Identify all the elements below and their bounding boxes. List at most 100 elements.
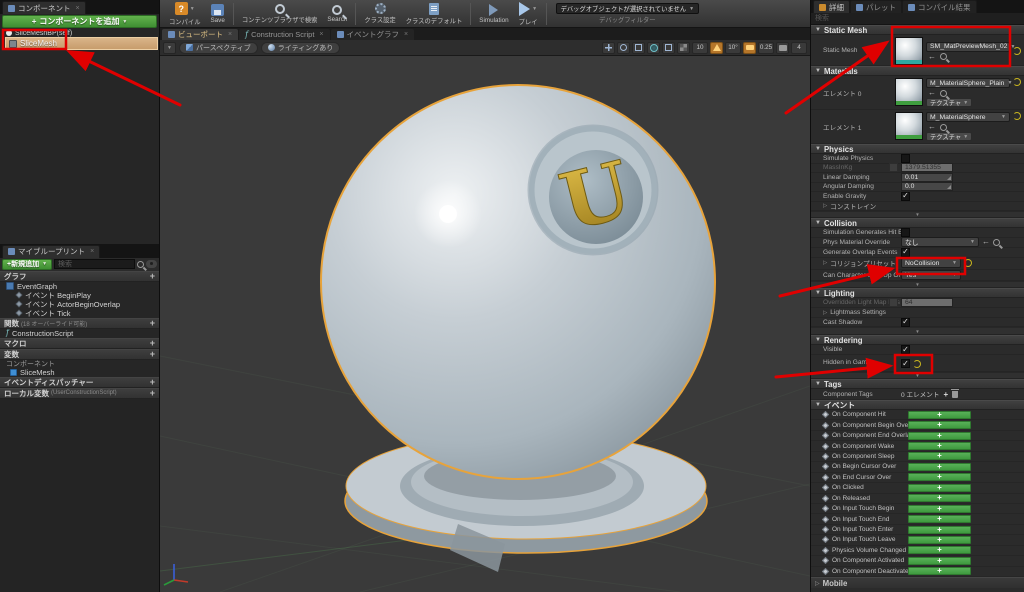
tab-compiler-results[interactable]: コンパイル結果 [902, 0, 977, 13]
material-thumbnail[interactable] [895, 78, 923, 106]
material-1-dropdown[interactable]: M_MaterialSphere ▼ [926, 112, 1010, 122]
reset-to-default-icon[interactable] [1013, 112, 1021, 120]
section-local-variables[interactable]: ローカル変数 (UserConstructionScript) + [0, 387, 159, 399]
add-macro-icon[interactable]: + [150, 339, 155, 348]
add-graph-icon[interactable]: + [150, 272, 155, 281]
section-macros[interactable]: マクロ + [0, 337, 159, 349]
browse-asset-icon[interactable] [993, 238, 1000, 246]
use-selected-asset-icon[interactable]: ← [928, 89, 936, 97]
add-event-button[interactable]: + [908, 515, 971, 524]
close-icon[interactable]: × [319, 31, 323, 38]
close-icon[interactable]: × [404, 31, 408, 38]
close-icon[interactable]: × [90, 248, 94, 255]
compile-button[interactable]: ? ▼ コンパイル [164, 0, 205, 28]
eye-filter-icon[interactable] [146, 260, 157, 268]
checkbox[interactable]: ✓ [901, 191, 910, 201]
list-item-slicemesh-variable[interactable]: SliceMesh [0, 368, 159, 377]
section-header-physics[interactable]: ▼ Physics [811, 144, 1024, 154]
browse-asset-icon[interactable] [940, 123, 947, 131]
add-event-button[interactable]: + [908, 504, 971, 513]
list-item-constructionscript[interactable]: f ConstructionScript [0, 329, 159, 338]
use-selected-asset-icon[interactable]: ← [928, 123, 936, 131]
checkbox[interactable]: ✓ [901, 153, 910, 163]
add-event-button[interactable]: + [908, 556, 971, 565]
add-event-button[interactable]: + [908, 431, 971, 440]
viewport-options-button[interactable]: ▼ [163, 41, 176, 54]
tree-item-root[interactable]: SliceMeshBP(self) [0, 29, 159, 37]
list-item-eventgraph[interactable]: EventGraph [0, 282, 159, 291]
add-event-button[interactable]: + [908, 535, 971, 544]
advanced-expander[interactable]: ▼ [811, 211, 1024, 218]
viewport-3d[interactable]: U [160, 56, 810, 592]
class-defaults-button[interactable]: クラスのデフォルト [401, 0, 468, 28]
add-dispatcher-icon[interactable]: + [150, 378, 155, 387]
tab-components[interactable]: コンポーネント × [2, 1, 86, 14]
translate-gizmo-button[interactable] [602, 41, 615, 54]
use-selected-asset-icon[interactable]: ← [928, 52, 936, 61]
section-functions[interactable]: 関数 (18 オーバーライド可能) + [0, 317, 159, 329]
search-button[interactable]: Search [322, 0, 352, 28]
static-mesh-dropdown[interactable]: SM_MatPreviewMesh_02 ▼ [926, 41, 1015, 52]
surface-snap-button[interactable] [662, 41, 675, 54]
add-event-button[interactable]: + [908, 442, 971, 451]
checkbox[interactable]: ✓ [901, 227, 910, 237]
browse-asset-icon[interactable] [940, 89, 947, 97]
camera-speed-value[interactable]: 4 [791, 41, 807, 54]
simulation-button[interactable]: Simulation [474, 0, 513, 28]
add-function-icon[interactable]: + [150, 319, 155, 328]
checkbox[interactable]: ✓ [901, 317, 910, 327]
trash-icon[interactable] [951, 388, 960, 398]
tree-item-slicemesh[interactable]: SliceMesh [5, 37, 158, 50]
step-up-dropdown[interactable]: Yes ▼ [901, 270, 961, 280]
tab-my-blueprint[interactable]: マイブループリント × [2, 244, 101, 258]
scale-gizmo-button[interactable] [632, 41, 645, 54]
add-variable-icon[interactable]: + [150, 350, 155, 359]
chevron-down-icon[interactable]: ▼ [190, 6, 195, 12]
add-event-button[interactable]: + [908, 525, 971, 534]
section-header-rendering[interactable]: ▼ Rendering [811, 335, 1024, 345]
section-header-collision[interactable]: ▼ Collision [811, 218, 1024, 228]
tab-palette[interactable]: パレット [850, 0, 902, 13]
add-local-variable-icon[interactable]: + [150, 389, 155, 398]
add-event-button[interactable]: + [908, 567, 971, 576]
checkbox[interactable]: ✓ [901, 359, 910, 368]
add-event-button[interactable]: + [908, 483, 971, 492]
camera-speed-button[interactable] [776, 41, 789, 54]
debug-object-dropdown[interactable]: デバッグオブジェクトが選択されていません ▼ [555, 3, 700, 14]
section-header-tags[interactable]: ▼ Tags [811, 379, 1024, 389]
add-event-button[interactable]: + [908, 546, 971, 555]
rotation-snap-toggle[interactable] [710, 41, 723, 54]
save-button[interactable]: Save [205, 0, 229, 28]
details-search-input[interactable] [811, 13, 1024, 24]
list-item-event[interactable]: イベント ActorBeginOverlap [0, 300, 159, 309]
advanced-expander[interactable]: ▼ [811, 327, 1024, 335]
property-constraints[interactable]: ▷ コンストレイン [811, 202, 1024, 211]
tab-construction-script[interactable]: f Construction Script × [239, 29, 330, 40]
checkbox[interactable]: ✓ [901, 247, 910, 257]
property-lightmass-settings[interactable]: ▷ Lightmass Settings [811, 308, 1024, 318]
add-event-button[interactable]: + [908, 452, 971, 461]
static-mesh-thumbnail[interactable] [895, 37, 923, 65]
add-component-button[interactable]: + コンポーネントを追加 ▼ [2, 15, 157, 28]
find-in-content-browser-button[interactable]: コンテンツブラウザで検索 [237, 0, 323, 28]
linear-damping-field[interactable]: 0.01 [901, 172, 953, 182]
phys-material-dropdown[interactable]: なし ▼ [901, 237, 979, 248]
section-event-dispatchers[interactable]: イベントディスパッチャー + [0, 376, 159, 388]
advanced-expander[interactable]: ▼ [811, 281, 1024, 288]
tab-event-graph[interactable]: イベントグラフ × [330, 29, 415, 40]
rotation-snap-value[interactable]: 10° [725, 41, 741, 54]
lit-mode-button[interactable]: ライティングあり [260, 41, 341, 54]
reset-to-default-icon[interactable] [964, 259, 972, 268]
close-icon[interactable]: × [228, 31, 232, 38]
scale-snap-value[interactable]: 0.25 [758, 41, 774, 54]
list-item-event[interactable]: イベント Tick [0, 309, 159, 318]
expand-icon[interactable]: ▷ [823, 260, 827, 266]
section-header-materials[interactable]: ▼ Materials [811, 66, 1024, 76]
add-new-button[interactable]: +新規追加 ▼ [2, 258, 53, 270]
checkbox[interactable]: ✓ [901, 345, 910, 354]
grid-snap-toggle[interactable] [677, 41, 690, 54]
material-thumbnail[interactable] [895, 112, 923, 140]
world-local-toggle[interactable] [647, 41, 660, 54]
section-graphs[interactable]: グラフ + [0, 270, 159, 282]
grid-snap-value[interactable]: 10 [692, 41, 708, 54]
